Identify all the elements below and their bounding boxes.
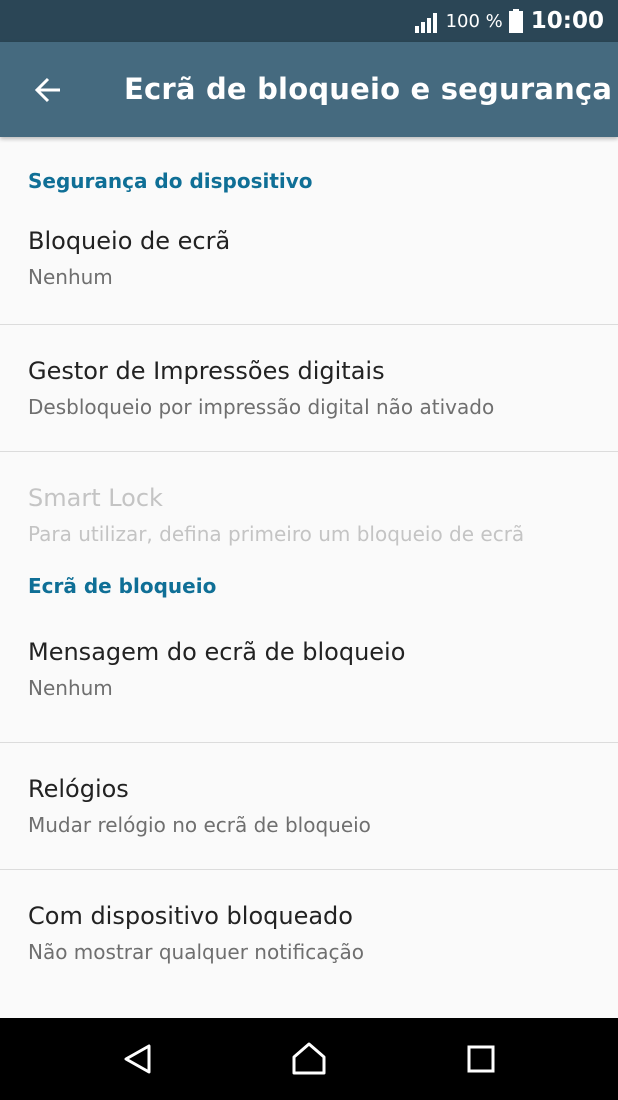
item-subtitle: Desbloqueio por impressão digital não at… — [28, 395, 495, 419]
item-subtitle: Mudar relógio no ecrã de bloqueio — [28, 813, 371, 837]
item-subtitle: Nenhum — [28, 676, 113, 700]
back-button[interactable] — [26, 68, 70, 112]
settings-item-fingerprint-manager[interactable]: Gestor de Impressões digitais Desbloquei… — [0, 325, 618, 452]
item-subtitle: Para utilizar, defina primeiro um bloque… — [28, 522, 525, 546]
nav-home-button[interactable] — [289, 1039, 329, 1079]
battery-icon — [508, 9, 523, 33]
settings-item-screen-lock[interactable]: Bloqueio de ecrã Nenhum — [0, 227, 618, 325]
triangle-back-icon — [124, 1044, 151, 1074]
settings-item-lock-screen-message[interactable]: Mensagem do ecrã de bloqueio Nenhum — [0, 638, 618, 743]
app-bar: Ecrã de bloqueio e segurança — [0, 42, 618, 137]
arrow-left-icon — [34, 77, 60, 103]
item-title: Relógios — [28, 775, 129, 803]
settings-list: Segurança do dispositivo Bloqueio de ecr… — [0, 137, 618, 997]
nav-recents-button[interactable] — [461, 1039, 501, 1079]
status-bar: 100 % 10:00 — [0, 0, 618, 42]
item-subtitle: Não mostrar qualquer notificação — [28, 940, 364, 964]
item-title: Gestor de Impressões digitais — [28, 357, 385, 385]
settings-item-when-locked[interactable]: Com dispositivo bloqueado Não mostrar qu… — [0, 870, 618, 997]
nav-back-button[interactable] — [118, 1039, 158, 1079]
navigation-bar — [0, 1018, 618, 1100]
item-title: Smart Lock — [28, 484, 163, 512]
home-icon — [292, 1042, 326, 1075]
item-subtitle: Nenhum — [28, 265, 113, 289]
page-title: Ecrã de bloqueio e segurança — [124, 72, 613, 106]
signal-icon — [414, 13, 437, 33]
item-title: Bloqueio de ecrã — [28, 227, 231, 255]
battery-percent: 100 % — [445, 10, 503, 32]
item-title: Mensagem do ecrã de bloqueio — [28, 638, 406, 666]
section-header-lock-screen: Ecrã de bloqueio — [28, 574, 217, 598]
clock: 10:00 — [530, 8, 604, 34]
settings-item-clocks[interactable]: Relógios Mudar relógio no ecrã de bloque… — [0, 743, 618, 870]
status-indicators: 100 % 10:00 — [414, 0, 604, 42]
section-header-device-security: Segurança do dispositivo — [28, 169, 313, 193]
settings-item-smart-lock: Smart Lock Para utilizar, defina primeir… — [0, 452, 618, 562]
item-title: Com dispositivo bloqueado — [28, 902, 353, 930]
square-recents-icon — [467, 1045, 495, 1073]
